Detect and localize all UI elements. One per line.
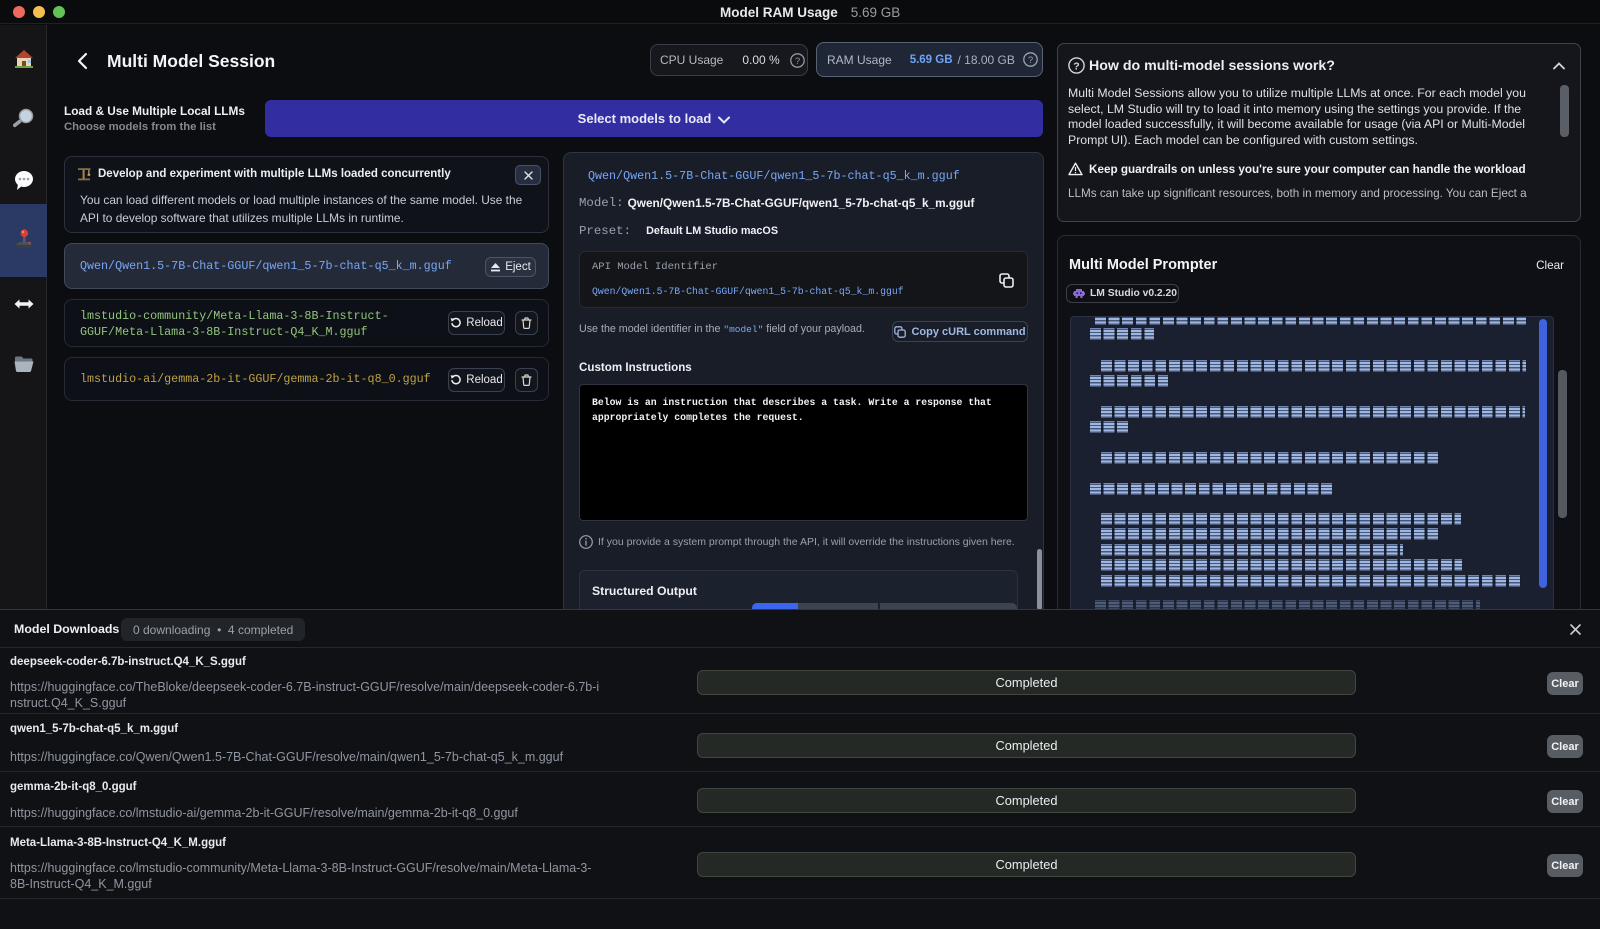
svg-text:?: ?	[1073, 60, 1079, 72]
svg-text:?: ?	[795, 55, 800, 66]
svg-text:?: ?	[1028, 55, 1033, 66]
